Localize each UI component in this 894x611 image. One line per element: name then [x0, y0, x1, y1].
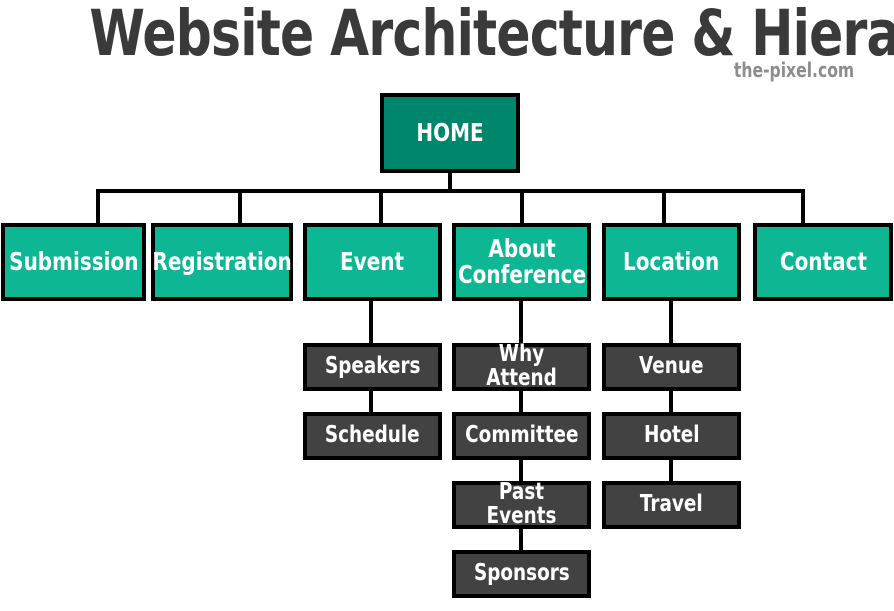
connector-drop-event — [379, 193, 383, 223]
node-speakers-label: Speakers — [324, 353, 421, 380]
node-registration-label: Registration — [152, 247, 292, 276]
connector-drop-contact — [801, 193, 805, 223]
node-travel[interactable]: Travel — [602, 481, 741, 529]
node-location-label: Location — [623, 247, 720, 276]
connector-venue-hotel — [669, 391, 673, 412]
node-home-label: HOME — [416, 118, 484, 147]
node-event[interactable]: Event — [303, 223, 442, 301]
connector-drop-location — [662, 193, 666, 223]
node-committee[interactable]: Committee — [452, 412, 591, 460]
node-location[interactable]: Location — [602, 223, 741, 301]
node-why-attend[interactable]: Why Attend — [452, 341, 591, 391]
node-travel-label: Travel — [640, 491, 703, 518]
connector-location-venue — [669, 301, 673, 343]
connector-event-speakers — [369, 301, 373, 343]
node-past-events[interactable]: Past Events — [452, 479, 591, 529]
connector-drop-submission — [96, 193, 100, 223]
connector-speakers-schedule — [369, 391, 373, 412]
node-contact-label: Contact — [779, 247, 867, 276]
node-about-conference-label: About Conference — [457, 234, 586, 289]
node-schedule-label: Schedule — [325, 422, 420, 449]
node-sponsors-label: Sponsors — [473, 560, 570, 587]
connector-hotel-travel — [669, 460, 673, 481]
node-submission[interactable]: Submission — [1, 223, 146, 301]
node-submission-label: Submission — [8, 247, 139, 276]
watermark-label: the-pixel.com — [733, 58, 854, 82]
connector-committee-pastevents — [519, 460, 523, 481]
node-schedule[interactable]: Schedule — [303, 412, 442, 460]
node-speakers[interactable]: Speakers — [303, 343, 442, 391]
node-contact[interactable]: Contact — [753, 223, 893, 301]
node-home[interactable]: HOME — [380, 93, 520, 173]
node-hotel-label: Hotel — [643, 422, 700, 449]
page-title: Website Architecture & Hierarchy — [89, 0, 894, 70]
node-committee-label: Committee — [464, 422, 579, 449]
connector-about-whyattend — [519, 301, 523, 343]
node-registration[interactable]: Registration — [151, 223, 293, 301]
node-event-label: Event — [340, 247, 405, 276]
node-venue-label: Venue — [639, 353, 704, 380]
sitemap-diagram: Website Architecture & Hierarchy the-pix… — [0, 0, 894, 611]
node-sponsors[interactable]: Sponsors — [452, 550, 591, 598]
connector-pastevents-sponsors — [519, 529, 523, 550]
connector-bus — [96, 189, 805, 193]
node-venue[interactable]: Venue — [602, 343, 741, 391]
connector-drop-about-conference — [520, 193, 524, 223]
connector-drop-registration — [238, 193, 242, 223]
node-hotel[interactable]: Hotel — [602, 412, 741, 460]
node-past-events-label: Past Events — [486, 479, 557, 529]
node-why-attend-label: Why Attend — [486, 341, 557, 391]
node-about-conference[interactable]: About Conference — [452, 223, 591, 301]
connector-whyattend-committee — [519, 391, 523, 412]
